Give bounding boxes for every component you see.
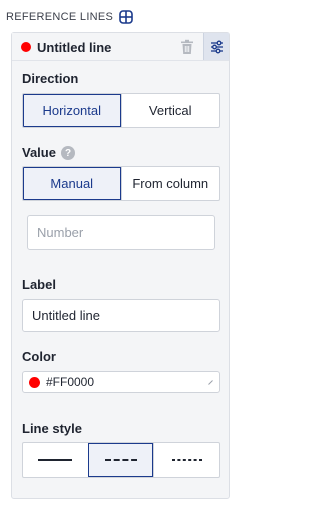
sliders-icon — [210, 40, 223, 53]
section-title: REFERENCE LINES — [6, 11, 114, 23]
label-input-value: Untitled line — [32, 308, 100, 323]
direction-toggle: Horizontal Vertical — [22, 93, 220, 128]
add-reference-line-button[interactable] — [119, 10, 134, 24]
direction-label: Direction — [22, 71, 79, 86]
label-input[interactable]: Untitled line — [22, 299, 220, 332]
solid-line-icon — [38, 459, 73, 461]
direction-horizontal-option[interactable]: Horizontal — [23, 94, 121, 127]
value-manual-option[interactable]: Manual — [23, 167, 121, 200]
help-icon[interactable]: ? — [61, 146, 75, 160]
color-picker-field[interactable]: #FF0000 — [22, 371, 220, 393]
direction-vertical-option[interactable]: Vertical — [120, 94, 220, 127]
value-label: Value — [22, 145, 56, 160]
reference-line-header: Untitled line — [12, 33, 229, 61]
dotted-line-icon — [171, 459, 202, 461]
color-label: Color — [22, 349, 56, 364]
line-style-toggle — [22, 442, 220, 478]
color-swatch — [29, 377, 40, 388]
plus-square-icon — [119, 10, 134, 24]
value-source-toggle: Manual From column — [22, 166, 220, 201]
reference-lines-header: REFERENCE LINES — [6, 9, 134, 25]
number-input[interactable]: Number — [27, 215, 215, 250]
label-field-label: Label — [22, 277, 56, 292]
resize-handle-icon — [208, 380, 213, 385]
dashed-line-icon — [105, 459, 137, 461]
line-settings-button[interactable] — [203, 33, 229, 60]
line-name: Untitled line — [37, 40, 112, 55]
color-hex-value: #FF0000 — [46, 375, 95, 389]
line-color-dot — [21, 42, 31, 52]
line-style-dashed-option[interactable] — [87, 443, 154, 477]
line-style-solid-option[interactable] — [23, 443, 88, 477]
delete-line-button[interactable] — [178, 38, 196, 56]
line-style-dotted-option[interactable] — [153, 443, 219, 477]
reference-line-panel: Untitled line Direction Horizontal Verti… — [11, 32, 230, 499]
value-from-column-option[interactable]: From column — [120, 167, 220, 200]
line-style-label: Line style — [22, 421, 82, 436]
trash-icon — [181, 39, 193, 54]
number-input-placeholder: Number — [37, 225, 84, 240]
